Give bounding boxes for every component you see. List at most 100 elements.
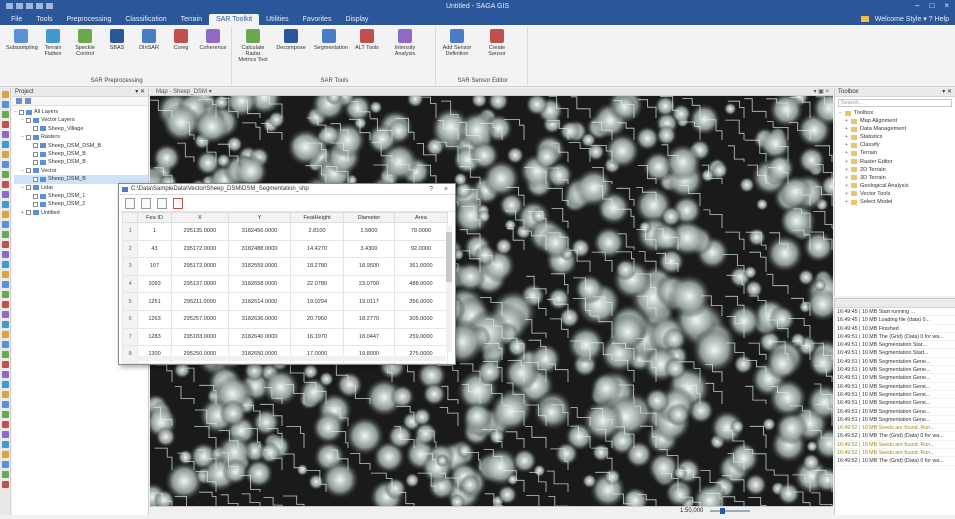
tool-icon[interactable] — [2, 111, 9, 118]
notification-icon[interactable] — [860, 16, 869, 22]
tool-icon[interactable] — [2, 271, 9, 278]
table-cell[interactable]: 3182636.0000 — [228, 309, 291, 329]
tool-icon[interactable] — [2, 241, 9, 248]
menu-tab[interactable]: Preprocessing — [60, 16, 119, 25]
ribbon-button[interactable]: Subsampling — [6, 29, 38, 51]
menu-tab[interactable]: File — [4, 16, 29, 25]
table-cell[interactable]: 295183.0000 — [170, 327, 230, 347]
ribbon-button[interactable]: Add Sensor Definition — [442, 29, 472, 57]
visibility-checkbox[interactable] — [26, 168, 31, 174]
zoom-slider-knob[interactable] — [720, 508, 725, 514]
tool-icon[interactable] — [2, 201, 9, 208]
add-layer-icon[interactable] — [16, 98, 22, 104]
visibility-checkbox[interactable] — [33, 201, 38, 207]
table-row[interactable]: 4 1093 295137.0000 3182658.0000 22.0780 23.07… — [121, 274, 449, 294]
menu-tab[interactable]: SAR Toolkit — [209, 14, 260, 25]
ribbon-button[interactable]: SBAS — [102, 29, 132, 51]
tool-icon[interactable] — [2, 151, 9, 158]
tool-icon[interactable] — [2, 291, 9, 298]
scrollbar-thumb[interactable] — [446, 232, 452, 282]
ribbon-button[interactable]: Create Sensor — [482, 29, 512, 57]
table-cell[interactable]: 2.8100 — [289, 222, 345, 241]
tool-icon[interactable] — [2, 261, 9, 268]
tool-icon[interactable] — [2, 421, 9, 428]
toolbox-item[interactable]: − Toolbox — [835, 109, 955, 117]
tool-icon[interactable] — [2, 391, 9, 398]
tool-icon[interactable] — [2, 311, 9, 318]
tool-icon[interactable] — [2, 221, 9, 228]
toolbox-item[interactable]: + Classify — [835, 141, 955, 149]
table-row[interactable]: 7 1283 295183.0000 3182640.0000 16.1970 18.04… — [121, 327, 449, 347]
tool-icon[interactable] — [2, 381, 9, 388]
ribbon-button[interactable]: Speckle Control — [70, 29, 100, 57]
minimize-icon[interactable]: – — [915, 1, 919, 10]
ribbon-button[interactable]: Terrain Flatten — [38, 29, 68, 57]
row-number[interactable]: 1 — [121, 222, 139, 241]
table-cell[interactable]: 16.1970 — [289, 327, 345, 347]
tool-icon[interactable] — [2, 121, 9, 128]
table-row[interactable]: 3 107 295172.0000 3182559.0000 18.2780 18.950… — [121, 257, 449, 276]
tree-node[interactable]: − Vector Layers — [14, 116, 148, 124]
tool-icon[interactable] — [2, 411, 9, 418]
tool-icon[interactable] — [2, 91, 9, 98]
toolbox-item[interactable]: + Data Management — [835, 125, 955, 133]
tool-icon[interactable] — [2, 301, 9, 308]
tool-icon[interactable] — [2, 141, 9, 148]
table-cell[interactable]: 3182456.0000 — [228, 222, 291, 241]
menu-tab[interactable]: Utilities — [259, 16, 296, 25]
table-cell[interactable]: 1 — [137, 222, 172, 241]
table-cell[interactable]: 259.0000 — [393, 327, 449, 347]
tool-icon[interactable] — [2, 451, 9, 458]
tool-icon[interactable] — [2, 231, 9, 238]
menu-tab[interactable]: Tools — [29, 16, 59, 25]
tool-icon[interactable] — [2, 281, 9, 288]
row-number[interactable]: 2 — [121, 239, 139, 259]
ribbon-button[interactable]: DInSAR — [134, 29, 164, 51]
tool-icon[interactable] — [2, 351, 9, 358]
toolbox-item[interactable]: + Geological Analysis — [835, 182, 955, 190]
tree-node[interactable]: Sheep_Village — [14, 125, 148, 133]
table-row[interactable]: 5 1251 295211.0000 3182614.0000 19.0294 19.01… — [121, 292, 449, 311]
edit-icon[interactable] — [125, 197, 135, 209]
delete-icon[interactable] — [173, 197, 183, 209]
menu-tab[interactable]: Terrain — [174, 16, 209, 25]
table-cell[interactable]: 295172.0000 — [170, 257, 230, 276]
table-cell[interactable]: 92.0000 — [393, 239, 449, 259]
ribbon-button[interactable]: Coherence — [198, 29, 228, 51]
table-cell[interactable]: 3182488.0000 — [228, 239, 291, 259]
table-cell[interactable]: 14.4270 — [289, 239, 345, 259]
table-horizontal-scrollbar[interactable] — [136, 356, 446, 361]
tool-icon[interactable] — [2, 441, 9, 448]
close-icon[interactable]: × — [944, 1, 949, 10]
visibility-checkbox[interactable] — [26, 185, 31, 191]
table-cell[interactable]: 295137.0000 — [170, 274, 230, 294]
table-cell[interactable]: 1093 — [137, 274, 172, 294]
table-cell[interactable]: 1251 — [137, 292, 172, 311]
tool-icon[interactable] — [2, 211, 9, 218]
map-tab-controls[interactable]: ▾ ▣ × — [813, 88, 829, 96]
visibility-checkbox[interactable] — [26, 118, 31, 124]
toolbox-search-input[interactable]: Search... — [838, 99, 952, 107]
export-icon[interactable] — [157, 197, 167, 209]
row-number[interactable]: 3 — [121, 257, 139, 276]
tool-icon[interactable] — [2, 471, 9, 478]
visibility-checkbox[interactable] — [33, 176, 38, 182]
row-number[interactable]: 5 — [121, 292, 139, 311]
tool-icon[interactable] — [2, 401, 9, 408]
table-cell[interactable]: 295172.0000 — [170, 239, 230, 259]
visibility-checkbox[interactable] — [26, 134, 31, 140]
table-row[interactable]: 6 1263 295257.0000 3182636.0000 20.7960 18.27… — [121, 309, 449, 329]
table-cell[interactable]: 1283 — [137, 327, 172, 347]
column-header[interactable] — [121, 212, 139, 223]
table-cell[interactable]: 361.0000 — [393, 257, 449, 276]
table-cell[interactable]: 295211.0000 — [170, 292, 230, 311]
tool-icon[interactable] — [2, 321, 9, 328]
table-cell[interactable]: 488.0000 — [393, 274, 449, 294]
tool-icon[interactable] — [2, 361, 9, 368]
table-vertical-scrollbar[interactable] — [446, 226, 452, 352]
row-number[interactable]: 7 — [121, 327, 139, 347]
table-cell[interactable]: 305.0000 — [393, 309, 449, 329]
tool-icon[interactable] — [2, 161, 9, 168]
tool-icon[interactable] — [2, 191, 9, 198]
tool-icon[interactable] — [2, 251, 9, 258]
